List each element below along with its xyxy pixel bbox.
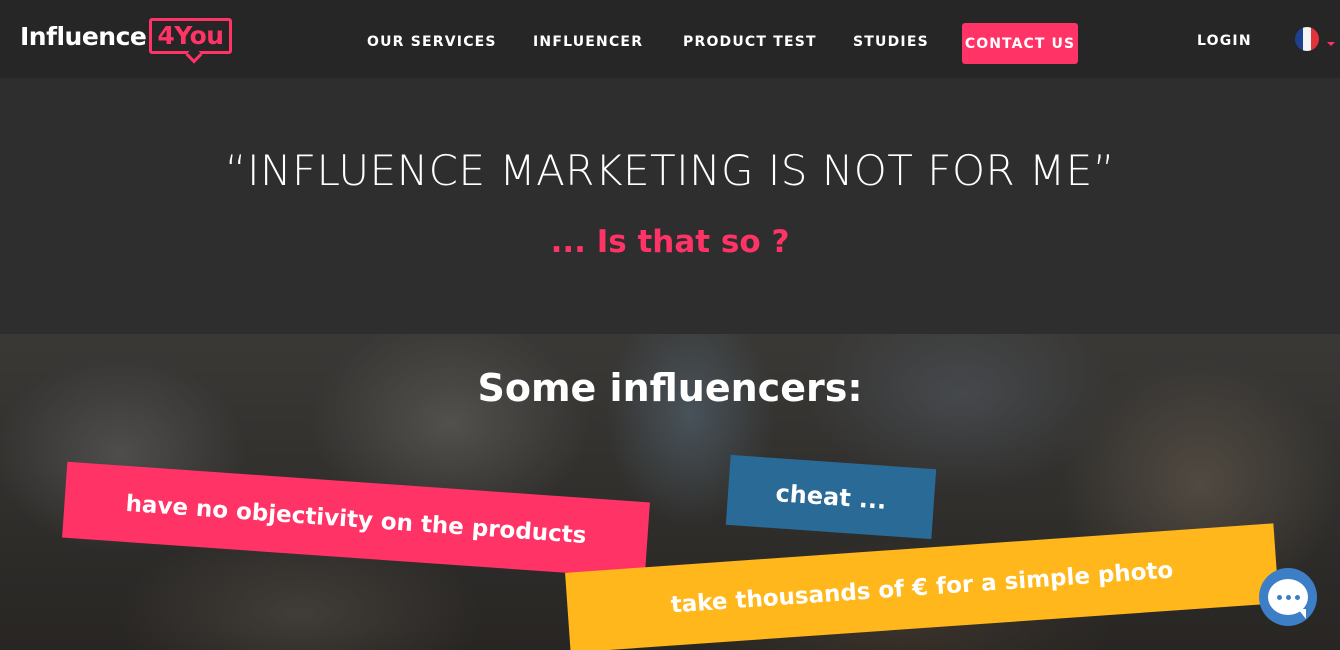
tag-cheat: cheat ... <box>725 454 937 540</box>
logo-badge: 4You <box>149 18 232 64</box>
nav-product-test[interactable]: PRODUCT TEST <box>683 34 817 50</box>
fr-flag-icon[interactable] <box>1295 27 1319 51</box>
logo-badge-text: 4You <box>157 21 224 50</box>
nav-studies[interactable]: STUDIES <box>853 34 929 50</box>
brand-logo[interactable]: Influence 4You <box>20 18 232 64</box>
nav-our-services[interactable]: OUR SERVICES <box>367 34 497 50</box>
logo-text: Influence <box>20 21 147 51</box>
chevron-down-icon[interactable] <box>1327 42 1335 46</box>
login-link[interactable]: LOGIN <box>1197 33 1252 49</box>
tag-label: have no objectivity on the products <box>124 490 588 550</box>
tag-label: take thousands of € for a simple photo <box>669 557 1175 619</box>
section-title: Some influencers: <box>477 366 863 410</box>
hero-subtitle: ... Is that so ? <box>550 224 790 260</box>
top-navbar: Influence 4You OUR SERVICES INFLUENCER P… <box>0 0 1340 78</box>
hero-title: “INFLUENCE MARKETING IS NOT FOR ME” <box>224 146 1116 195</box>
nav-influencer[interactable]: INFLUENCER <box>533 34 643 50</box>
contact-us-button[interactable]: CONTACT US <box>962 23 1078 64</box>
tag-label: cheat ... <box>774 479 888 515</box>
hero-section: “INFLUENCE MARKETING IS NOT FOR ME” ... … <box>0 78 1340 334</box>
chat-bubble-inner <box>1268 579 1308 619</box>
influencers-photo-section: Some influencers: have no objectivity on… <box>0 334 1340 650</box>
chat-bubble-icon[interactable] <box>1259 568 1317 626</box>
